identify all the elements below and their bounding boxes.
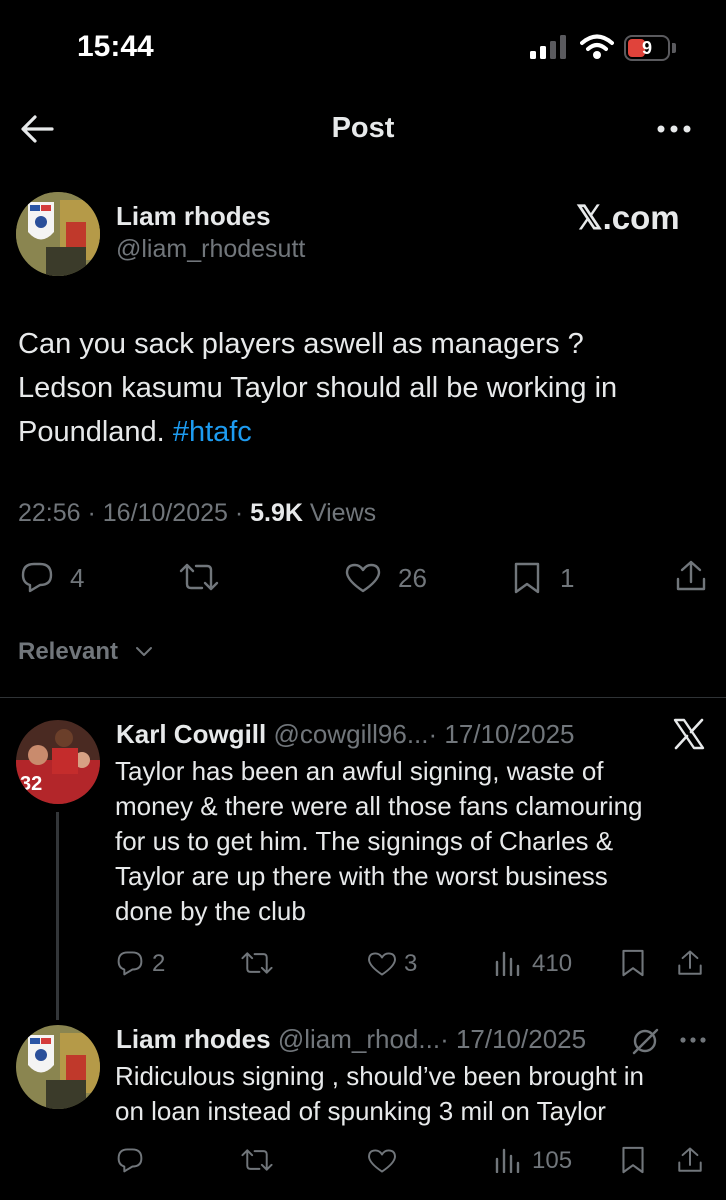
post-time: 22:56 [18,499,81,527]
repost-icon[interactable] [178,562,220,592]
post-text-line: Ledson kasumu Taylor should all be worki… [18,372,618,404]
hashtag-link[interactable]: #htafc [173,416,252,448]
reply-handle[interactable]: @liam_rhod... [278,1024,440,1054]
like-count: 3 [404,950,418,977]
reply-icon[interactable] [116,1147,144,1173]
reply-text-line: Ridiculous signing , should’ve been brou… [115,1061,645,1091]
reply-text: Ridiculous signing , should’ve been brou… [115,1059,644,1129]
reply-text-line: done by the club [115,896,306,926]
author-name[interactable]: Liam rhodes [116,201,271,232]
like-icon[interactable] [344,562,382,594]
bookmark-icon[interactable] [620,948,646,978]
chevron-down-icon[interactable] [135,646,153,658]
reply-author-name[interactable]: Karl Cowgill [116,719,266,749]
reply-date: · 17/10/2025 [428,719,575,749]
reply-text-line: on loan instead of spunking 3 mil on Tay… [115,1096,606,1126]
author-handle[interactable]: @liam_rhodesutt [116,235,305,264]
status-time: 15:44 [77,30,154,63]
status-bar: 15:44 9 [0,0,726,95]
page-title: Post [331,112,395,144]
reply-text-line: money & there were all those fans clamou… [115,791,643,821]
divider [0,697,726,698]
wifi-icon [580,34,614,60]
reply-count: 4 [70,563,85,593]
cellular-signal-icon [530,35,568,59]
like-count: 26 [398,563,427,593]
sort-label: Relevant [18,638,119,665]
reply-icon[interactable] [20,561,54,593]
reply-text: Taylor has been an awful signing, waste … [115,754,643,929]
bookmark-icon[interactable] [620,1145,646,1175]
share-icon[interactable] [674,559,708,593]
bookmark-count: 1 [560,563,575,593]
battery-icon: 9 [624,35,670,61]
share-icon[interactable] [676,1145,704,1175]
more-options-icon[interactable] [679,1036,707,1044]
reply-text-line: for us to get him. The signings of Charl… [115,826,614,856]
thread-line [56,812,59,1020]
reply-icon[interactable] [116,950,144,976]
reply-avatar[interactable] [16,1025,100,1109]
source-watermark: 𝕏.com [576,199,680,236]
reply-date: · 17/10/2025 [440,1024,587,1054]
header-bar: Post [0,100,726,160]
reply-header: Liam rhodes @liam_rhod...· 17/10/2025 [116,1024,586,1055]
more-options-icon[interactable] [656,124,692,134]
reply-text-line: Taylor are up there with the worst busin… [115,861,608,891]
views-count: 105 [532,1147,573,1174]
svg-text:32: 32 [20,773,42,795]
views-label: Views [309,499,377,527]
views-icon[interactable] [494,950,522,976]
x-logo-icon [672,718,706,750]
repost-icon[interactable] [240,950,274,976]
battery-percent: 9 [641,38,652,58]
share-icon[interactable] [676,948,704,978]
sort-dropdown[interactable]: Relevant [18,638,118,666]
reply-author-name[interactable]: Liam rhodes [116,1024,271,1054]
post-date: 16/10/2025 [102,499,228,527]
like-icon[interactable] [366,951,398,977]
post-text: Can you sack players aswell as managers … [18,322,617,454]
like-icon[interactable] [366,1148,398,1174]
bookmark-icon[interactable] [512,561,542,595]
views-icon[interactable] [494,1147,522,1173]
views-count: 410 [532,950,573,977]
grok-icon[interactable] [630,1026,660,1056]
reply-avatar[interactable]: 32 [16,720,100,804]
author-avatar[interactable] [16,192,100,276]
views-count: 5.9K [250,499,303,527]
post-text-line: Can you sack players aswell as managers … [18,328,584,360]
reply-handle[interactable]: @cowgill96... [273,719,428,749]
post-text-line: Poundland. #htafc [18,416,252,448]
repost-icon[interactable] [240,1147,274,1173]
post-meta: 22:56 · 16/10/2025 · 5.9K Views [18,499,377,527]
reply-header: Karl Cowgill @cowgill96...· 17/10/2025 [116,719,575,750]
reply-text-line: Taylor has been an awful signing, waste … [115,756,604,786]
reply-count: 2 [152,950,166,977]
